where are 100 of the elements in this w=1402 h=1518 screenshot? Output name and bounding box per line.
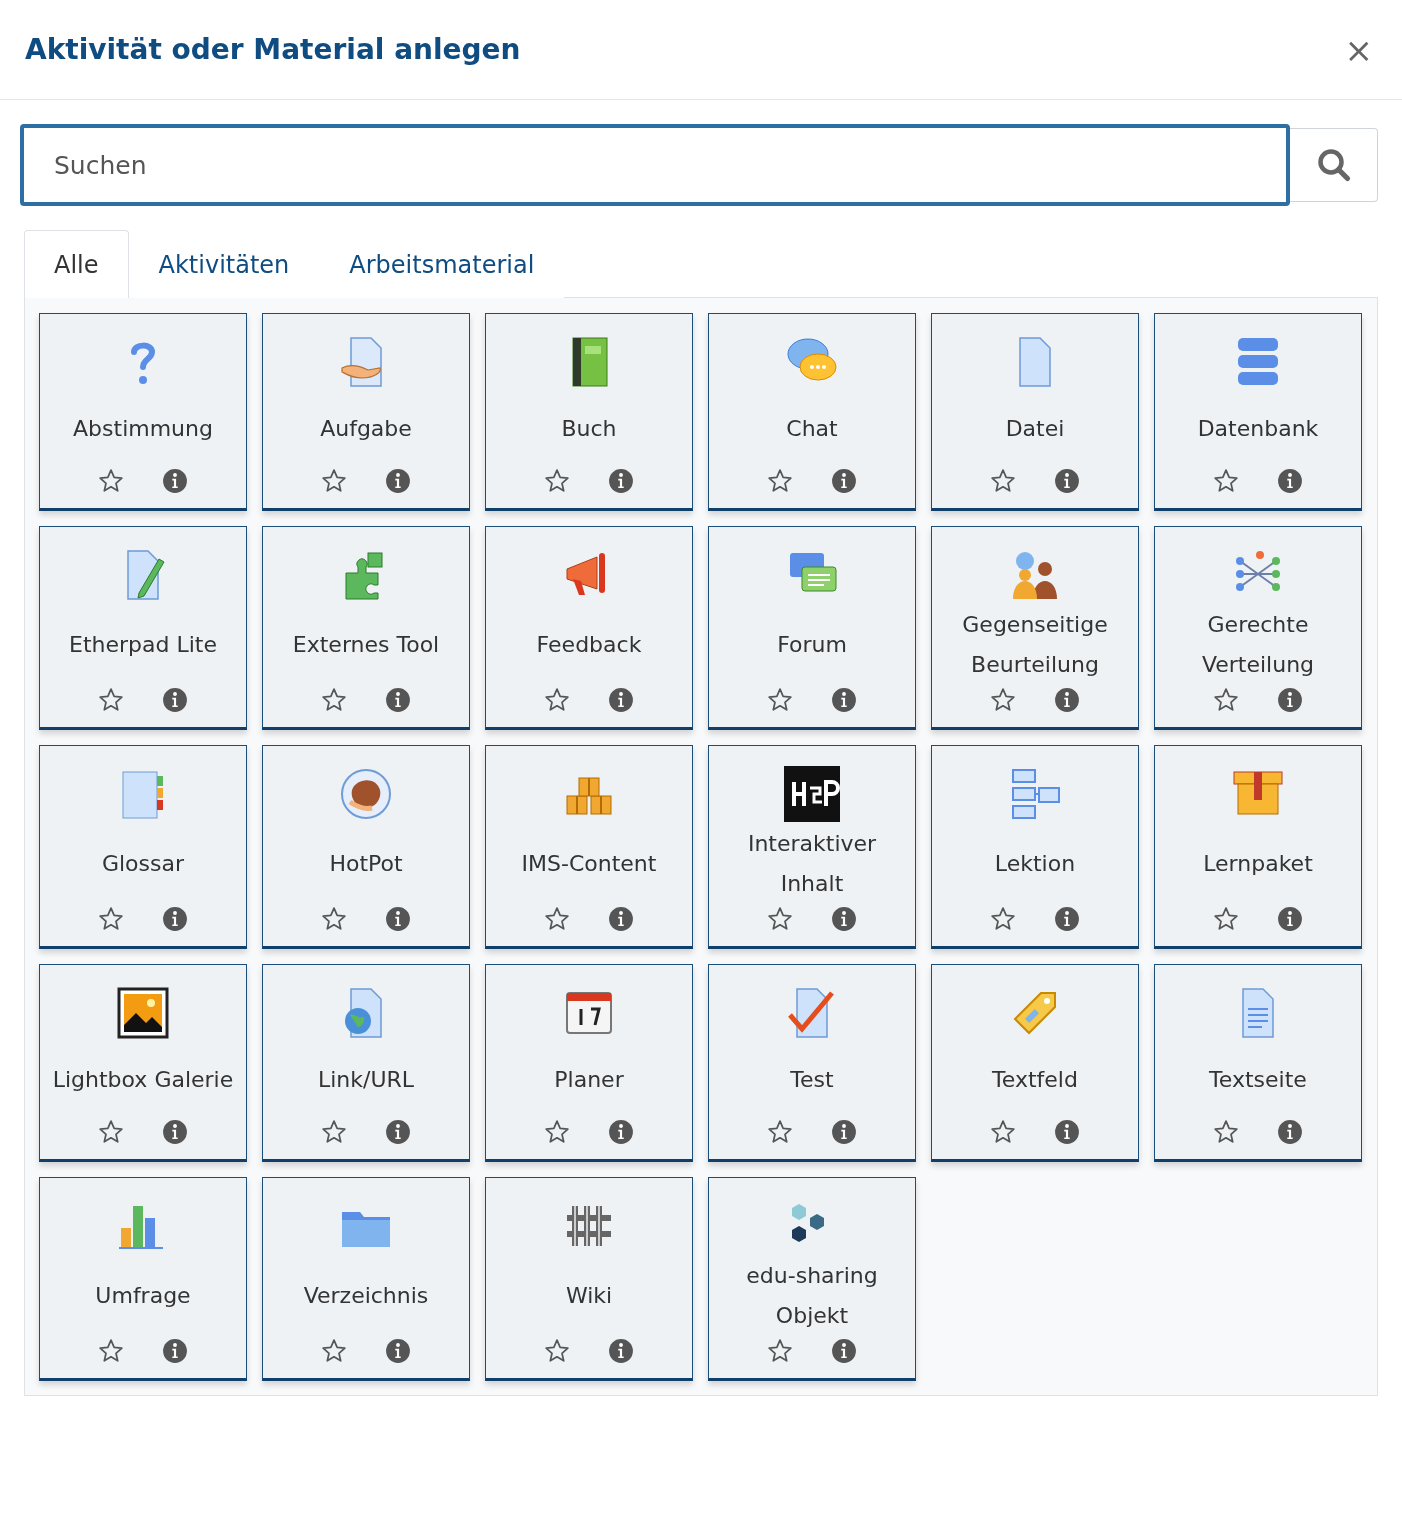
- module-label: Lernpaket: [1203, 850, 1313, 878]
- star-icon[interactable]: [321, 906, 347, 932]
- star-icon[interactable]: [767, 906, 793, 932]
- star-icon[interactable]: [98, 687, 124, 713]
- module-card[interactable]: Aufgabe: [262, 313, 470, 511]
- info-icon[interactable]: [162, 468, 188, 494]
- module-label: Textfeld: [992, 1066, 1078, 1094]
- module-label: Interaktiver Inhalt: [746, 830, 878, 898]
- star-icon[interactable]: [767, 1119, 793, 1145]
- module-card[interactable]: Interaktiver Inhalt: [708, 745, 916, 949]
- module-card[interactable]: Datenbank: [1154, 313, 1362, 511]
- module-card[interactable]: Planer: [485, 964, 693, 1162]
- module-card[interactable]: Abstimmung: [39, 313, 247, 511]
- star-icon[interactable]: [98, 1338, 124, 1364]
- module-card[interactable]: edu-sharing Objekt: [708, 1177, 916, 1381]
- module-card[interactable]: Gerechte Verteilung: [1154, 526, 1362, 730]
- module-label: Aufgabe: [320, 415, 412, 443]
- module-card[interactable]: Glossar: [39, 745, 247, 949]
- star-icon[interactable]: [767, 687, 793, 713]
- star-icon[interactable]: [767, 1338, 793, 1364]
- info-icon[interactable]: [1277, 906, 1303, 932]
- star-icon[interactable]: [1213, 468, 1239, 494]
- module-card[interactable]: Lernpaket: [1154, 745, 1362, 949]
- module-card[interactable]: Externes Tool: [262, 526, 470, 730]
- star-icon[interactable]: [1213, 906, 1239, 932]
- info-icon[interactable]: [1054, 906, 1080, 932]
- info-icon[interactable]: [162, 1119, 188, 1145]
- module-label: HotPot: [329, 850, 403, 878]
- search-field[interactable]: Suchen: [20, 124, 1290, 206]
- module-card[interactable]: Link/URL: [262, 964, 470, 1162]
- star-icon[interactable]: [321, 1119, 347, 1145]
- module-card[interactable]: Buch: [485, 313, 693, 511]
- info-icon[interactable]: [608, 687, 634, 713]
- module-card[interactable]: Feedback: [485, 526, 693, 730]
- module-card[interactable]: Verzeichnis: [262, 1177, 470, 1381]
- star-icon[interactable]: [321, 1338, 347, 1364]
- info-icon[interactable]: [162, 687, 188, 713]
- star-icon[interactable]: [544, 687, 570, 713]
- info-icon[interactable]: [831, 1338, 857, 1364]
- module-label: Planer: [554, 1066, 624, 1094]
- module-card[interactable]: Etherpad Lite: [39, 526, 247, 730]
- info-icon[interactable]: [1277, 687, 1303, 713]
- star-icon[interactable]: [990, 687, 1016, 713]
- star-icon[interactable]: [990, 906, 1016, 932]
- info-icon[interactable]: [385, 1338, 411, 1364]
- module-card[interactable]: Chat: [708, 313, 916, 511]
- info-icon[interactable]: [1277, 468, 1303, 494]
- info-icon[interactable]: [608, 1338, 634, 1364]
- module-card[interactable]: Textfeld: [931, 964, 1139, 1162]
- module-label: Chat: [786, 415, 838, 443]
- info-icon[interactable]: [608, 468, 634, 494]
- info-icon[interactable]: [385, 468, 411, 494]
- star-icon[interactable]: [990, 1119, 1016, 1145]
- info-icon[interactable]: [162, 906, 188, 932]
- module-card[interactable]: Wiki: [485, 1177, 693, 1381]
- star-icon[interactable]: [990, 468, 1016, 494]
- star-icon[interactable]: [1213, 687, 1239, 713]
- info-icon[interactable]: [608, 906, 634, 932]
- star-icon[interactable]: [767, 468, 793, 494]
- info-icon[interactable]: [1054, 1119, 1080, 1145]
- module-card[interactable]: Datei: [931, 313, 1139, 511]
- search-button[interactable]: [1290, 128, 1378, 202]
- star-icon[interactable]: [544, 468, 570, 494]
- star-icon[interactable]: [321, 468, 347, 494]
- module-label: Textseite: [1209, 1066, 1307, 1094]
- info-icon[interactable]: [162, 1338, 188, 1364]
- info-icon[interactable]: [608, 1119, 634, 1145]
- info-icon[interactable]: [385, 906, 411, 932]
- star-icon[interactable]: [1213, 1119, 1239, 1145]
- module-label: Externes Tool: [292, 631, 440, 659]
- module-card[interactable]: Gegenseitige Beurteilung: [931, 526, 1139, 730]
- star-icon[interactable]: [98, 468, 124, 494]
- star-icon[interactable]: [98, 1119, 124, 1145]
- module-card[interactable]: IMS-Content: [485, 745, 693, 949]
- module-label: Datei: [1005, 415, 1065, 443]
- module-card[interactable]: Textseite: [1154, 964, 1362, 1162]
- star-icon[interactable]: [544, 1119, 570, 1145]
- tab[interactable]: Alle: [24, 230, 129, 298]
- module-label: Feedback: [536, 631, 642, 659]
- module-card[interactable]: Lightbox Galerie: [39, 964, 247, 1162]
- info-icon[interactable]: [831, 687, 857, 713]
- info-icon[interactable]: [1054, 687, 1080, 713]
- info-icon[interactable]: [831, 1119, 857, 1145]
- star-icon[interactable]: [544, 1338, 570, 1364]
- star-icon[interactable]: [544, 906, 570, 932]
- module-card[interactable]: Lektion: [931, 745, 1139, 949]
- info-icon[interactable]: [1054, 468, 1080, 494]
- module-card[interactable]: Forum: [708, 526, 916, 730]
- module-card[interactable]: HotPot: [262, 745, 470, 949]
- close-button[interactable]: ×: [1340, 29, 1377, 70]
- info-icon[interactable]: [831, 906, 857, 932]
- info-icon[interactable]: [831, 468, 857, 494]
- module-card[interactable]: Test: [708, 964, 916, 1162]
- info-icon[interactable]: [1277, 1119, 1303, 1145]
- star-icon[interactable]: [321, 687, 347, 713]
- star-icon[interactable]: [98, 906, 124, 932]
- module-label: Lightbox Galerie: [52, 1066, 234, 1094]
- info-icon[interactable]: [385, 1119, 411, 1145]
- info-icon[interactable]: [385, 687, 411, 713]
- module-card[interactable]: Umfrage: [39, 1177, 247, 1381]
